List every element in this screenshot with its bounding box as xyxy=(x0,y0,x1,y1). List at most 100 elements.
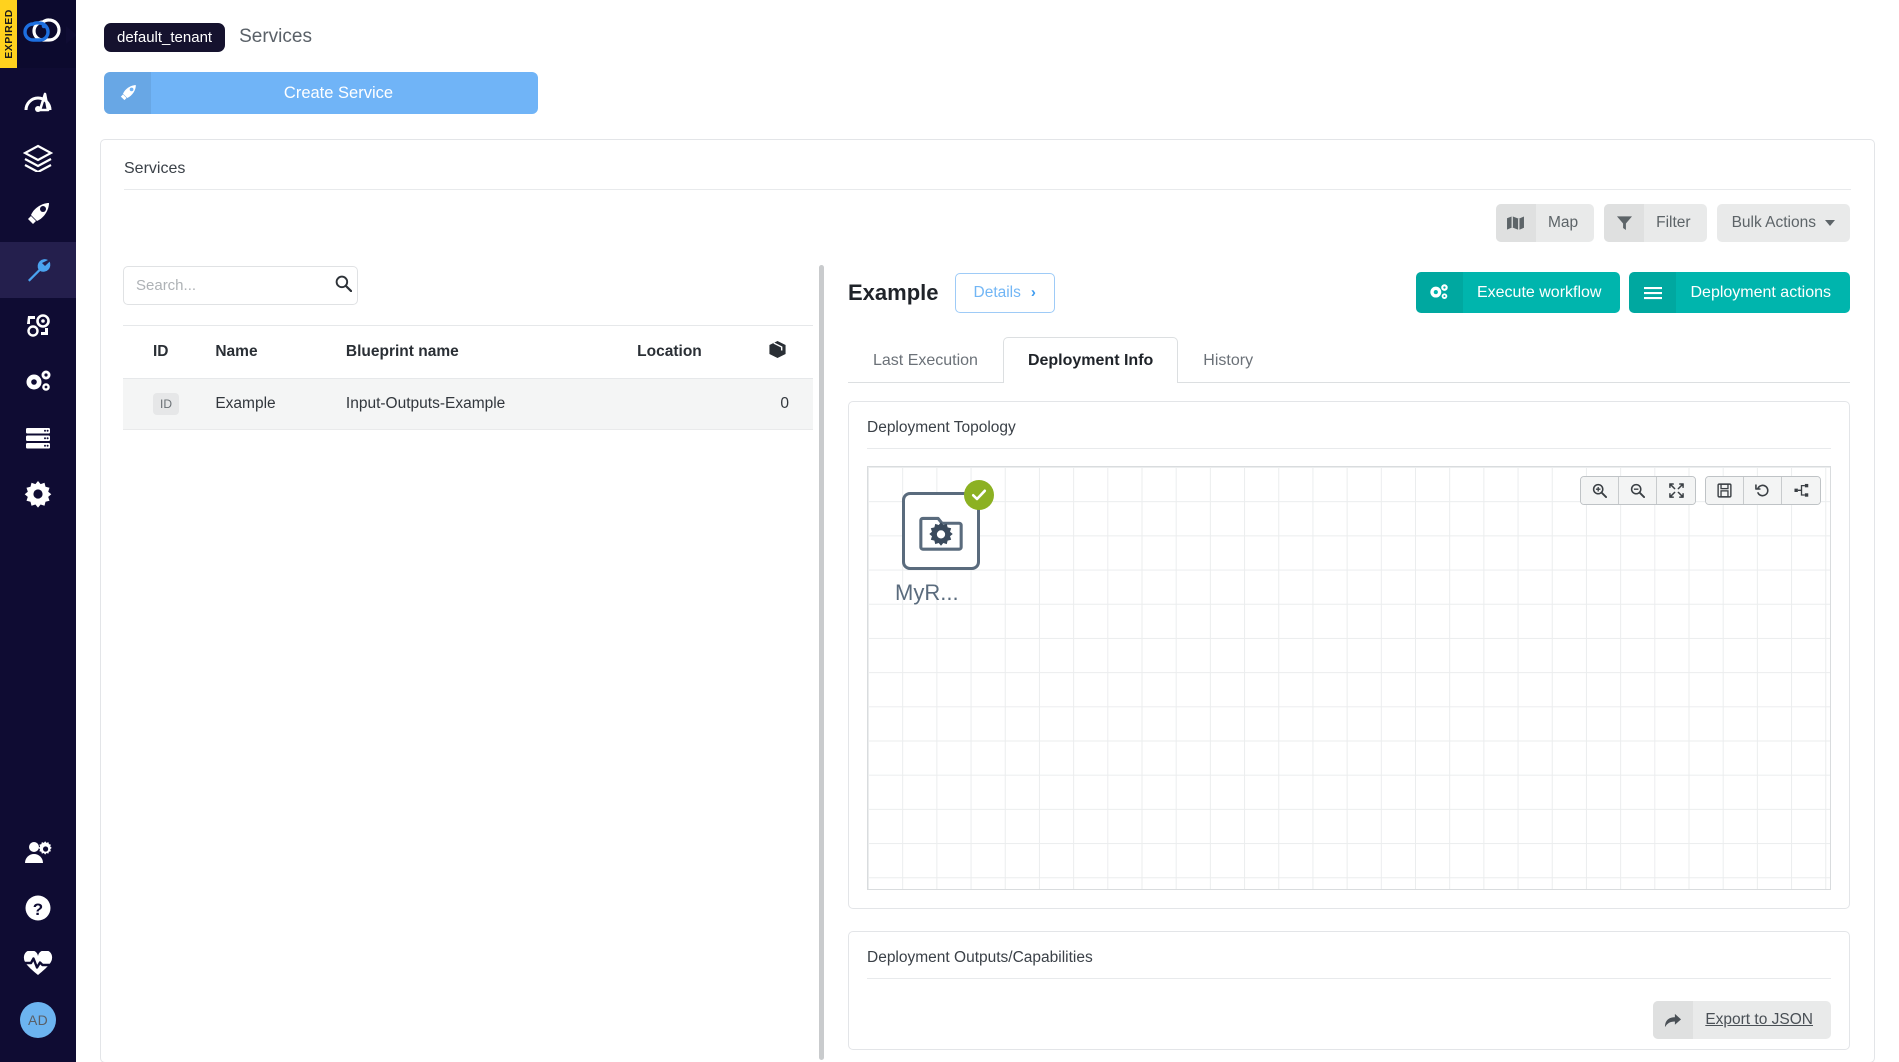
deployment-actions-button[interactable]: Deployment actions xyxy=(1629,272,1850,313)
map-button-group: Map xyxy=(1495,204,1595,242)
sidebar-item-user-management[interactable] xyxy=(0,824,76,880)
deployment-tabs: Last Execution Deployment Info History xyxy=(848,336,1850,383)
cell-location xyxy=(627,378,758,430)
fit-to-screen-icon[interactable] xyxy=(1657,477,1695,504)
col-id[interactable]: ID xyxy=(123,325,206,379)
search-icon[interactable] xyxy=(335,275,353,297)
sidebar-item-executions[interactable] xyxy=(0,298,76,354)
topology-node-box[interactable] xyxy=(902,480,994,570)
table-header-row: ID Name Blueprint name Location xyxy=(123,325,813,379)
sidebar-item-help[interactable]: ? xyxy=(0,880,76,936)
create-service-label: Create Service xyxy=(283,83,394,102)
topology-canvas[interactable]: MyR... xyxy=(867,466,1831,890)
tenant-chip[interactable]: default_tenant xyxy=(104,22,226,52)
export-to-json-label: Export to JSON xyxy=(1705,1011,1813,1028)
zoom-out-icon[interactable] xyxy=(1619,477,1657,504)
export-to-json-button[interactable]: Export to JSON xyxy=(1653,1001,1831,1039)
services-panel-title: Services xyxy=(124,160,186,177)
expand-hierarchy-icon[interactable] xyxy=(1782,477,1820,504)
deployment-header: Example Details › Execute workflow Deplo… xyxy=(848,272,1850,313)
chevron-right-icon: › xyxy=(1030,284,1036,301)
cell-blueprint-name: Input-Outputs-Example xyxy=(335,378,628,430)
sidebar-item-catalog[interactable] xyxy=(0,410,76,466)
col-node-count[interactable] xyxy=(757,325,813,379)
table-header: ID Name Blueprint name Location xyxy=(123,325,813,379)
topology-node[interactable]: MyR... xyxy=(893,480,1013,606)
split-view: ID Name Blueprint name Location xyxy=(101,250,1874,1060)
sidebar-item-services[interactable] xyxy=(0,242,76,298)
col-blueprint-name[interactable]: Blueprint name xyxy=(335,325,628,379)
execute-workflow-button[interactable]: Execute workflow xyxy=(1415,272,1621,313)
panel-toolbar: Map Filter Bulk Actions xyxy=(101,190,1874,242)
deployment-topology-panel: Deployment Topology MyR... xyxy=(848,401,1850,909)
deployment-outputs-title: Deployment Outputs/Capabilities xyxy=(867,949,1093,966)
sidebar-nav xyxy=(0,74,76,522)
reset-icon[interactable] xyxy=(1744,477,1782,504)
outputs-body: Export to JSON xyxy=(849,979,1849,1049)
create-service-button[interactable]: Create Service xyxy=(104,72,538,114)
main-content: default_tenant Services Create Service S… xyxy=(76,0,1899,1062)
zoom-tool-group xyxy=(1580,476,1696,505)
table-row[interactable]: ID Example Input-Outputs-Example 0 xyxy=(123,378,813,430)
tab-history[interactable]: History xyxy=(1178,337,1278,383)
folder-gear-icon xyxy=(915,505,967,558)
chevron-down-icon xyxy=(1825,220,1835,226)
deployment-name: Example xyxy=(848,279,939,305)
topology-node-label: MyR... xyxy=(895,580,959,605)
tab-last-execution[interactable]: Last Execution xyxy=(848,337,1003,383)
rocket-icon xyxy=(104,72,151,114)
filter-button[interactable]: Filter xyxy=(1604,204,1707,242)
id-pill: ID xyxy=(153,393,179,415)
details-button[interactable]: Details › xyxy=(954,272,1055,313)
search-box[interactable] xyxy=(123,266,358,305)
map-button[interactable]: Map xyxy=(1495,204,1595,242)
sidebar-item-blueprints[interactable] xyxy=(0,130,76,186)
sidebar-item-dashboard[interactable] xyxy=(0,74,76,130)
bulk-actions-label: Bulk Actions xyxy=(1731,214,1816,231)
details-label: Details xyxy=(973,283,1021,301)
table-body: ID Example Input-Outputs-Example 0 xyxy=(123,378,813,430)
hamburger-icon xyxy=(1629,272,1677,313)
cell-name: Example xyxy=(205,378,336,430)
filter-button-label: Filter xyxy=(1656,214,1691,231)
execute-workflow-label: Execute workflow xyxy=(1476,283,1602,301)
box-icon xyxy=(768,340,787,363)
tab-deployment-info[interactable]: Deployment Info xyxy=(1002,337,1179,383)
sidebar-item-system-settings[interactable] xyxy=(0,466,76,522)
deployment-actions-label: Deployment actions xyxy=(1690,283,1831,301)
action-tool-group xyxy=(1705,476,1821,505)
map-button-label: Map xyxy=(1547,214,1579,231)
col-location[interactable]: Location xyxy=(627,325,758,379)
sidebar-item-health[interactable] xyxy=(0,936,76,992)
sidebar-item-deployments[interactable] xyxy=(0,186,76,242)
expired-badge-label: EXPIRED xyxy=(2,9,15,59)
deployment-action-buttons: Execute workflow Deployment actions xyxy=(1415,272,1850,313)
sidebar: EXPIRED ? AD xyxy=(0,0,77,1062)
zoom-in-icon[interactable] xyxy=(1581,477,1619,504)
deployment-outputs-panel: Deployment Outputs/Capabilities Export t… xyxy=(848,931,1850,1050)
deployment-detail-column: Example Details › Execute workflow Deplo… xyxy=(824,250,1874,1060)
sidebar-item-plugins[interactable] xyxy=(0,354,76,410)
services-table: ID Name Blueprint name Location ID Examp… xyxy=(123,325,813,430)
services-panel: Services Map Filter Bulk Actions Search.… xyxy=(100,139,1875,1062)
status-ok-icon xyxy=(964,480,994,510)
topology-toolbar xyxy=(1580,476,1821,505)
bulk-actions-group: Bulk Actions xyxy=(1716,204,1850,242)
save-icon[interactable] xyxy=(1706,477,1744,504)
cloudify-logo-icon xyxy=(19,14,67,55)
svg-text:?: ? xyxy=(33,900,43,919)
map-icon xyxy=(1495,204,1536,242)
sidebar-item-avatar[interactable]: AD xyxy=(0,992,76,1048)
bulk-actions-button[interactable]: Bulk Actions xyxy=(1716,204,1850,242)
cell-node-count: 0 xyxy=(757,378,813,430)
topology-divider xyxy=(867,448,1831,449)
avatar: AD xyxy=(20,1002,56,1038)
cogs-icon xyxy=(1415,272,1463,313)
funnel-icon xyxy=(1604,204,1645,242)
topbar: default_tenant Services xyxy=(76,0,1899,58)
deployment-topology-title: Deployment Topology xyxy=(867,419,1016,436)
search-input[interactable] xyxy=(136,277,335,294)
col-name[interactable]: Name xyxy=(205,325,336,379)
share-icon xyxy=(1653,1001,1694,1039)
logo-block[interactable]: EXPIRED xyxy=(0,0,77,68)
